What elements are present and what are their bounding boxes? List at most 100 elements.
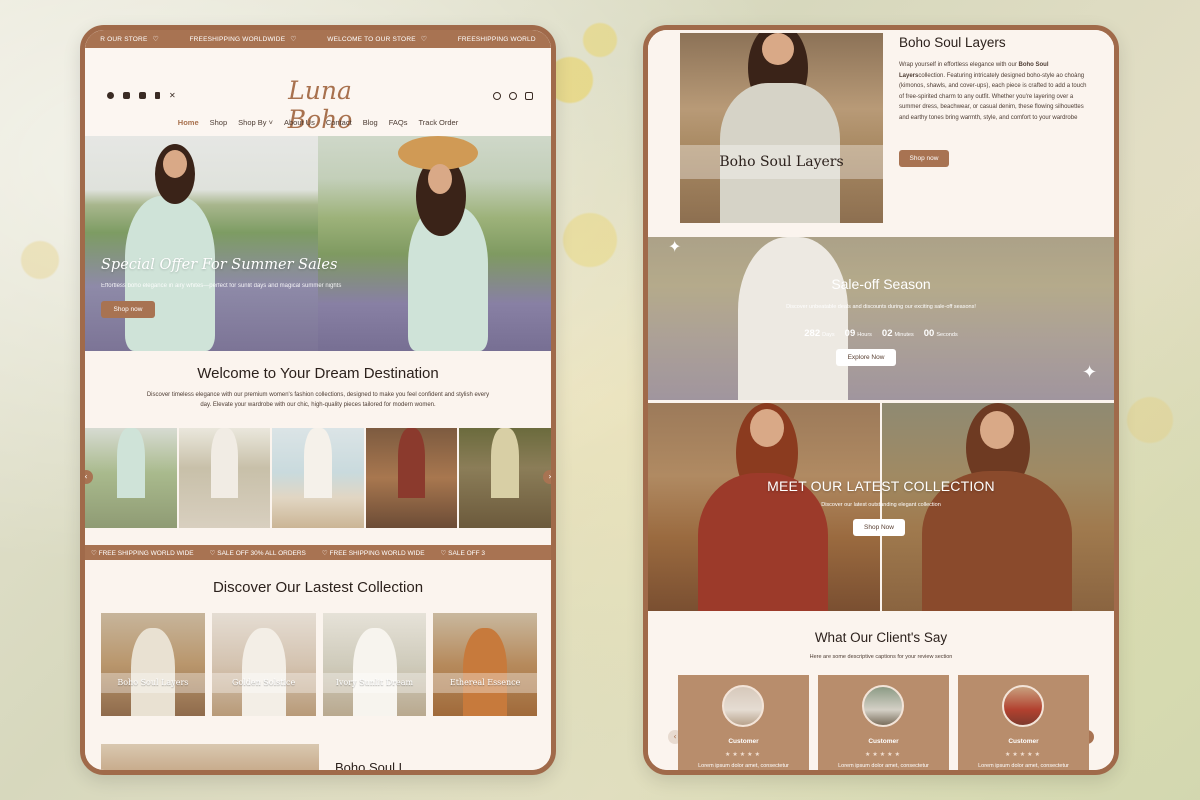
latest-title: MEET OUR LATEST COLLECTION <box>767 478 995 494</box>
ticker-text: FREESHIPPING WORLDWIDE <box>189 35 286 43</box>
ticker-text: FREESHIPPING WORLD <box>457 35 536 43</box>
nav-track-order[interactable]: Track Order <box>418 118 458 127</box>
countdown-value: 00 <box>923 328 935 339</box>
figure-shape <box>241 628 286 716</box>
gallery-image[interactable] <box>178 428 271 528</box>
gallery-image[interactable] <box>459 428 551 528</box>
ticker-item: WELCOME TO OUR STORE ♡ <box>327 35 428 44</box>
promo-item: ♡ FREE SHIPPING WORLD WIDE <box>91 549 194 557</box>
review-text: Lorem ipsum dolor amet, consectetur <box>978 763 1069 769</box>
nav-home[interactable]: Home <box>178 118 199 127</box>
countdown-unit: Hours <box>857 332 872 338</box>
youtube-icon[interactable] <box>139 92 146 99</box>
countdown-unit: Minutes <box>894 332 914 338</box>
chevron-down-icon: ˅ <box>266 118 273 127</box>
figure-shape <box>463 628 508 716</box>
x-icon[interactable]: ✕ <box>169 92 176 100</box>
tiktok-icon[interactable] <box>155 92 160 99</box>
face-shape <box>762 33 794 65</box>
review-card: Customer ★★★★★ Lorem ipsum dolor amet, c… <box>818 675 949 770</box>
hero-image-right <box>318 136 551 351</box>
promo-text: SALE OFF 30% ALL ORDERS <box>217 549 306 557</box>
face-shape <box>163 150 187 178</box>
feature-image: Boho Soul Layers <box>680 33 883 223</box>
promo-item: ♡ FREE SHIPPING WORLD WIDE <box>322 549 425 557</box>
nav-shop-by[interactable]: Shop By ˅ <box>238 118 273 127</box>
collection-card-label: Ivory Sunlit Dream <box>322 673 427 693</box>
face-shape <box>750 409 784 447</box>
latest-shop-button[interactable]: Shop Now <box>853 519 905 536</box>
home-page: R OUR STORE ♡ FREESHIPPING WORLDWIDE ♡ WEL… <box>85 30 551 770</box>
figure-shape <box>491 428 519 498</box>
collection-card[interactable]: Ethereal Essence <box>433 613 537 716</box>
search-icon[interactable] <box>493 92 501 100</box>
tablet-right: Boho Soul Layers Boho Soul Layers Wrap y… <box>643 25 1119 775</box>
collection-card[interactable]: Golden Solstice <box>211 613 316 716</box>
feature-shop-button[interactable]: Shop now <box>899 150 949 167</box>
instagram-icon[interactable] <box>123 92 130 99</box>
avatar <box>722 685 764 727</box>
review-card: Customer ★★★★★ Lorem ipsum dolor amet, c… <box>678 675 809 770</box>
sale-title: Sale-off Season <box>831 276 931 292</box>
collection-card[interactable]: Ivory Sunlit Dream <box>322 613 427 716</box>
promo-item: ♡ SALE OFF 30% ALL ORDERS <box>210 549 306 557</box>
account-icon[interactable] <box>509 92 517 100</box>
feature-text: Wrap yourself in effortless elegance wit… <box>899 60 1087 123</box>
heart-icon: ♡ <box>420 36 428 43</box>
figure-shape <box>210 428 239 498</box>
nav-about[interactable]: About Us <box>284 118 315 127</box>
promo-bar: ♡ FREE SHIPPING WORLD WIDE ♡ SALE OFF 30… <box>85 545 551 560</box>
gallery-strip <box>85 428 551 528</box>
review-text: Lorem ipsum dolor amet, consectetur <box>838 763 929 769</box>
gallery-image[interactable] <box>272 428 364 528</box>
countdown-unit: Seconds <box>936 332 958 338</box>
gallery-image[interactable] <box>85 428 177 528</box>
welcome-title: Welcome to Your Dream Destination <box>197 365 439 382</box>
gallery-image[interactable] <box>365 428 458 528</box>
nav-blog[interactable]: Blog <box>363 118 378 127</box>
facebook-icon[interactable] <box>107 92 114 99</box>
collection-card-label: Boho Soul Layers <box>101 673 205 693</box>
latest-subtitle: Discover our latest outstanding elegant … <box>821 502 941 508</box>
nav-faqs[interactable]: FAQs <box>389 118 408 127</box>
review-text: Lorem ipsum dolor amet, consectetur <box>698 763 789 769</box>
promo-text: FREE SHIPPING WORLD WIDE <box>98 549 194 557</box>
social-links: ✕ <box>107 92 176 100</box>
rating-stars: ★★★★★ <box>865 751 902 758</box>
dress-shape <box>125 196 215 351</box>
figure-shape <box>304 428 332 498</box>
ticker-item: R OUR STORE ♡ <box>100 35 159 44</box>
announcement-bar: R OUR STORE ♡ FREESHIPPING WORLDWIDE ♡ WEL… <box>85 30 551 48</box>
home-page-scrolled: Boho Soul Layers Boho Soul Layers Wrap y… <box>648 30 1114 770</box>
explore-now-button[interactable]: Explore Now <box>836 349 896 366</box>
hero-shop-button[interactable]: Shop now <box>101 301 155 318</box>
rating-stars: ★★★★★ <box>725 751 762 758</box>
nav-shop[interactable]: Shop <box>210 118 228 127</box>
banner-overlay <box>648 237 1114 400</box>
promo-text: FREE SHIPPING WORLD WIDE <box>329 549 425 557</box>
collection-title: Discover Our Lastest Collection <box>212 579 424 596</box>
feature-title: Boho Soul Layers <box>899 35 1006 50</box>
hero-banner: Special Offer For Summer Sales Effortles… <box>85 136 551 351</box>
main-nav: Home Shop Shop By ˅ About Us Contact Blo… <box>85 118 551 127</box>
figure-shape <box>352 628 397 716</box>
rating-stars: ★★★★★ <box>1005 751 1042 758</box>
heart-icon: ♡ <box>321 549 330 557</box>
sparkle-icon: ✦ <box>668 237 682 256</box>
teaser-image <box>101 744 319 770</box>
countdown-value: 02 <box>881 328 893 339</box>
countdown-unit: Days <box>822 332 835 338</box>
countdown-value: 09 <box>844 328 856 339</box>
cart-icon[interactable] <box>525 92 533 100</box>
testimonials-title: What Our Client's Say <box>814 630 948 645</box>
review-name: Customer <box>1008 738 1039 745</box>
collection-card[interactable]: Boho Soul Layers <box>101 613 205 716</box>
collection-card-label: Golden Solstice <box>211 673 316 693</box>
promo-text: SALE OFF 3 <box>448 549 486 557</box>
face-shape <box>980 411 1014 449</box>
countdown-days: 282 Days <box>804 323 834 341</box>
ticker-item: FREESHIPPING WORLDWIDE ♡ <box>189 35 296 44</box>
gallery-next-button[interactable]: › <box>543 470 551 484</box>
figure-shape <box>117 428 145 498</box>
nav-contact[interactable]: Contact <box>326 118 352 127</box>
